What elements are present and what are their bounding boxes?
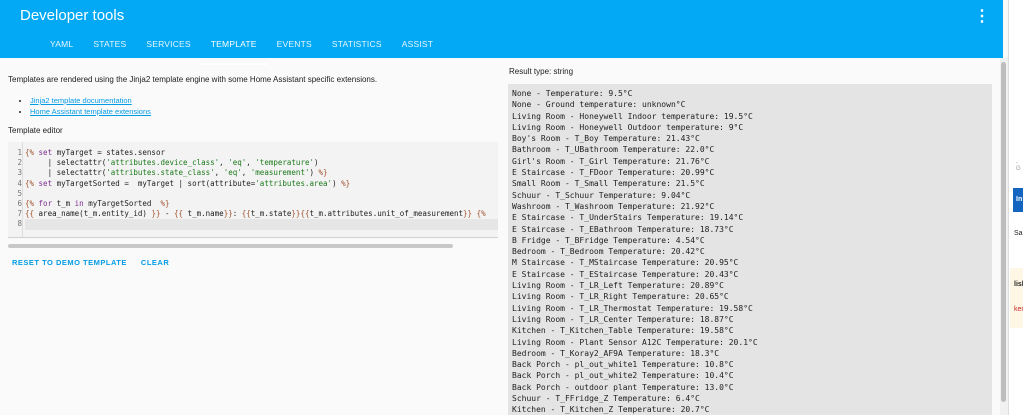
background-window: - G In Sa lish ken: [1008, 0, 1023, 415]
tab-services[interactable]: SERVICES: [136, 38, 200, 58]
result-line: B Fridge - T_BFridge Temperature: 4.54°C: [512, 235, 705, 245]
result-output: None - Temperature: 9.5°C None - Ground t…: [508, 84, 992, 415]
gutter-divider: [22, 142, 23, 237]
clear-button[interactable]: CLEAR: [141, 258, 169, 267]
result-line: Bedroom - T_Koray2_AF9A Temperature: 18.…: [512, 348, 720, 358]
result-line: Girl's Room - T_Girl Temperature: 21.76°…: [512, 156, 710, 166]
bg-link[interactable]: ken: [1014, 306, 1023, 313]
code-line[interactable]: {% set myTarget = states.sensor: [25, 148, 498, 158]
page-title: Developer tools: [20, 7, 125, 24]
result-line: E Staircase - T_EBathroom Temperature: 1…: [512, 224, 734, 234]
code-line[interactable]: | selectattr('attributes.state_class', '…: [25, 168, 498, 178]
result-line: Living Room - Honeywell Indoor temperatu…: [512, 111, 753, 121]
result-line: Living Room - T_LR_Center Temperature: 1…: [512, 314, 734, 324]
line-number: 7: [17, 209, 22, 219]
bg-text: - G: [1016, 160, 1021, 172]
result-type-label: Result type: string: [509, 67, 574, 76]
tab-statistics[interactable]: STATISTICS: [322, 38, 392, 58]
editor-horizontal-scrollbar[interactable]: [8, 244, 453, 248]
result-line: E Staircase - T_UnderStairs Temperature:…: [512, 213, 744, 223]
result-line: None - Ground temperature: unknown°C: [512, 100, 686, 110]
line-number: 5: [17, 188, 22, 198]
tab-events[interactable]: EVENTS: [267, 38, 322, 58]
result-line: Living Room - T_LR_Right Temperature: 20…: [512, 292, 729, 302]
result-line: Small Room - T_Small Temperature: 21.5°C: [512, 179, 705, 189]
result-line: Schuur - T_FFridge_Z Temperature: 6.4°C: [512, 394, 700, 404]
more-vertical-icon[interactable]: ⋮: [974, 6, 990, 26]
line-number: 8: [17, 219, 22, 229]
result-line: E Staircase - T_EStaircase Temperature: …: [512, 269, 739, 279]
result-line: Living Room - T_LR_Thermostat Temperatur…: [512, 303, 753, 313]
code-line[interactable]: {% set myTargetSorted = myTarget | sort(…: [25, 179, 498, 189]
jinja2-docs-link[interactable]: Jinja2 template documentation: [30, 96, 132, 105]
editor-label: Template editor: [8, 126, 63, 135]
template-editor[interactable]: 1 2 3 4 5 6 7 8 {% set myTarget = states…: [8, 142, 498, 238]
template-pane: Templates are rendered using the Jinja2 …: [0, 58, 500, 415]
code-line[interactable]: [25, 189, 498, 199]
code-content[interactable]: {% set myTarget = states.sensor | select…: [25, 148, 498, 230]
line-number: 1: [17, 148, 22, 157]
result-line: Bedroom - T_Bedroom Temperature: 20.42°C: [512, 247, 705, 257]
result-line: Back Porch - pl_out_white2 Temperature: …: [512, 371, 734, 381]
result-line: Living Room - Honeywell Outdoor temperat…: [512, 122, 744, 132]
list-item: Home Assistant template extensions: [30, 107, 151, 116]
tab-yaml[interactable]: YAML: [40, 38, 83, 58]
line-number: 6: [17, 198, 22, 208]
reset-demo-template-button[interactable]: RESET TO DEMO TEMPLATE: [12, 258, 127, 267]
tab-states[interactable]: STATES: [83, 38, 136, 58]
result-line: M Staircase - T_MStaircase Temperature: …: [512, 258, 739, 268]
result-line: Back Porch - outdoor plant Temperature: …: [512, 382, 734, 392]
bg-highlight: [1010, 268, 1023, 328]
result-line: Boy's Room - T_Boy Temperature: 21.43°C: [512, 134, 700, 144]
tab-bar: YAML STATES SERVICES TEMPLATE EVENTS STA…: [40, 38, 443, 65]
code-line[interactable]: | selectattr('attributes.device_class', …: [25, 158, 498, 168]
bg-button[interactable]: In: [1013, 188, 1023, 212]
result-line: Bathroom - T_UBathroom Temperature: 22.0…: [512, 145, 715, 155]
code-line[interactable]: [25, 219, 498, 230]
intro-text: Templates are rendered using the Jinja2 …: [8, 75, 378, 84]
result-line: Washroom - T_Washroom Temperature: 21.92…: [512, 201, 715, 211]
line-number: 4: [17, 178, 22, 188]
bg-text: lish: [1014, 281, 1023, 288]
result-line: Back Porch - pl_out_white1 Temperature: …: [512, 360, 734, 370]
result-line: Kitchen - T_Kitchen_Table Temperature: 1…: [512, 326, 734, 336]
list-item: Jinja2 template documentation: [30, 96, 151, 105]
result-line: Living Room - T_LR_Left Temperature: 20.…: [512, 281, 724, 291]
result-line: Living Room - Plant Sensor A12C Temperat…: [512, 337, 758, 347]
doc-links: Jinja2 template documentation Home Assis…: [30, 96, 151, 118]
bg-text: Sa: [1014, 230, 1023, 237]
page-scrollbar-thumb[interactable]: [1001, 62, 1006, 402]
editor-actions: RESET TO DEMO TEMPLATE CLEAR: [12, 258, 169, 267]
result-line: E Staircase - T_FDoor Temperature: 20.99…: [512, 168, 715, 178]
line-number-gutter: 1 2 3 4 5 6 7 8: [8, 148, 22, 230]
result-line: Schuur - T_Schuur Temperature: 9.04°C: [512, 190, 691, 200]
line-number: 3: [17, 168, 22, 178]
result-line: None - Temperature: 9.5°C: [512, 89, 633, 98]
result-line: Kitchen - T_Kitchen_Z Temperature: 20.7°…: [512, 405, 710, 415]
tab-assist[interactable]: ASSIST: [392, 38, 443, 58]
ha-extensions-link[interactable]: Home Assistant template extensions: [30, 107, 151, 116]
line-number: 2: [17, 158, 22, 168]
app-header: Developer tools ⋮ YAML STATES SERVICES T…: [0, 0, 1003, 65]
code-line[interactable]: {{ area_name(t_m.entity_id) }} - {{ t_m.…: [25, 209, 498, 219]
code-line[interactable]: {% for t_m in myTargetSorted %}: [25, 199, 498, 209]
tab-template[interactable]: TEMPLATE: [200, 38, 267, 65]
